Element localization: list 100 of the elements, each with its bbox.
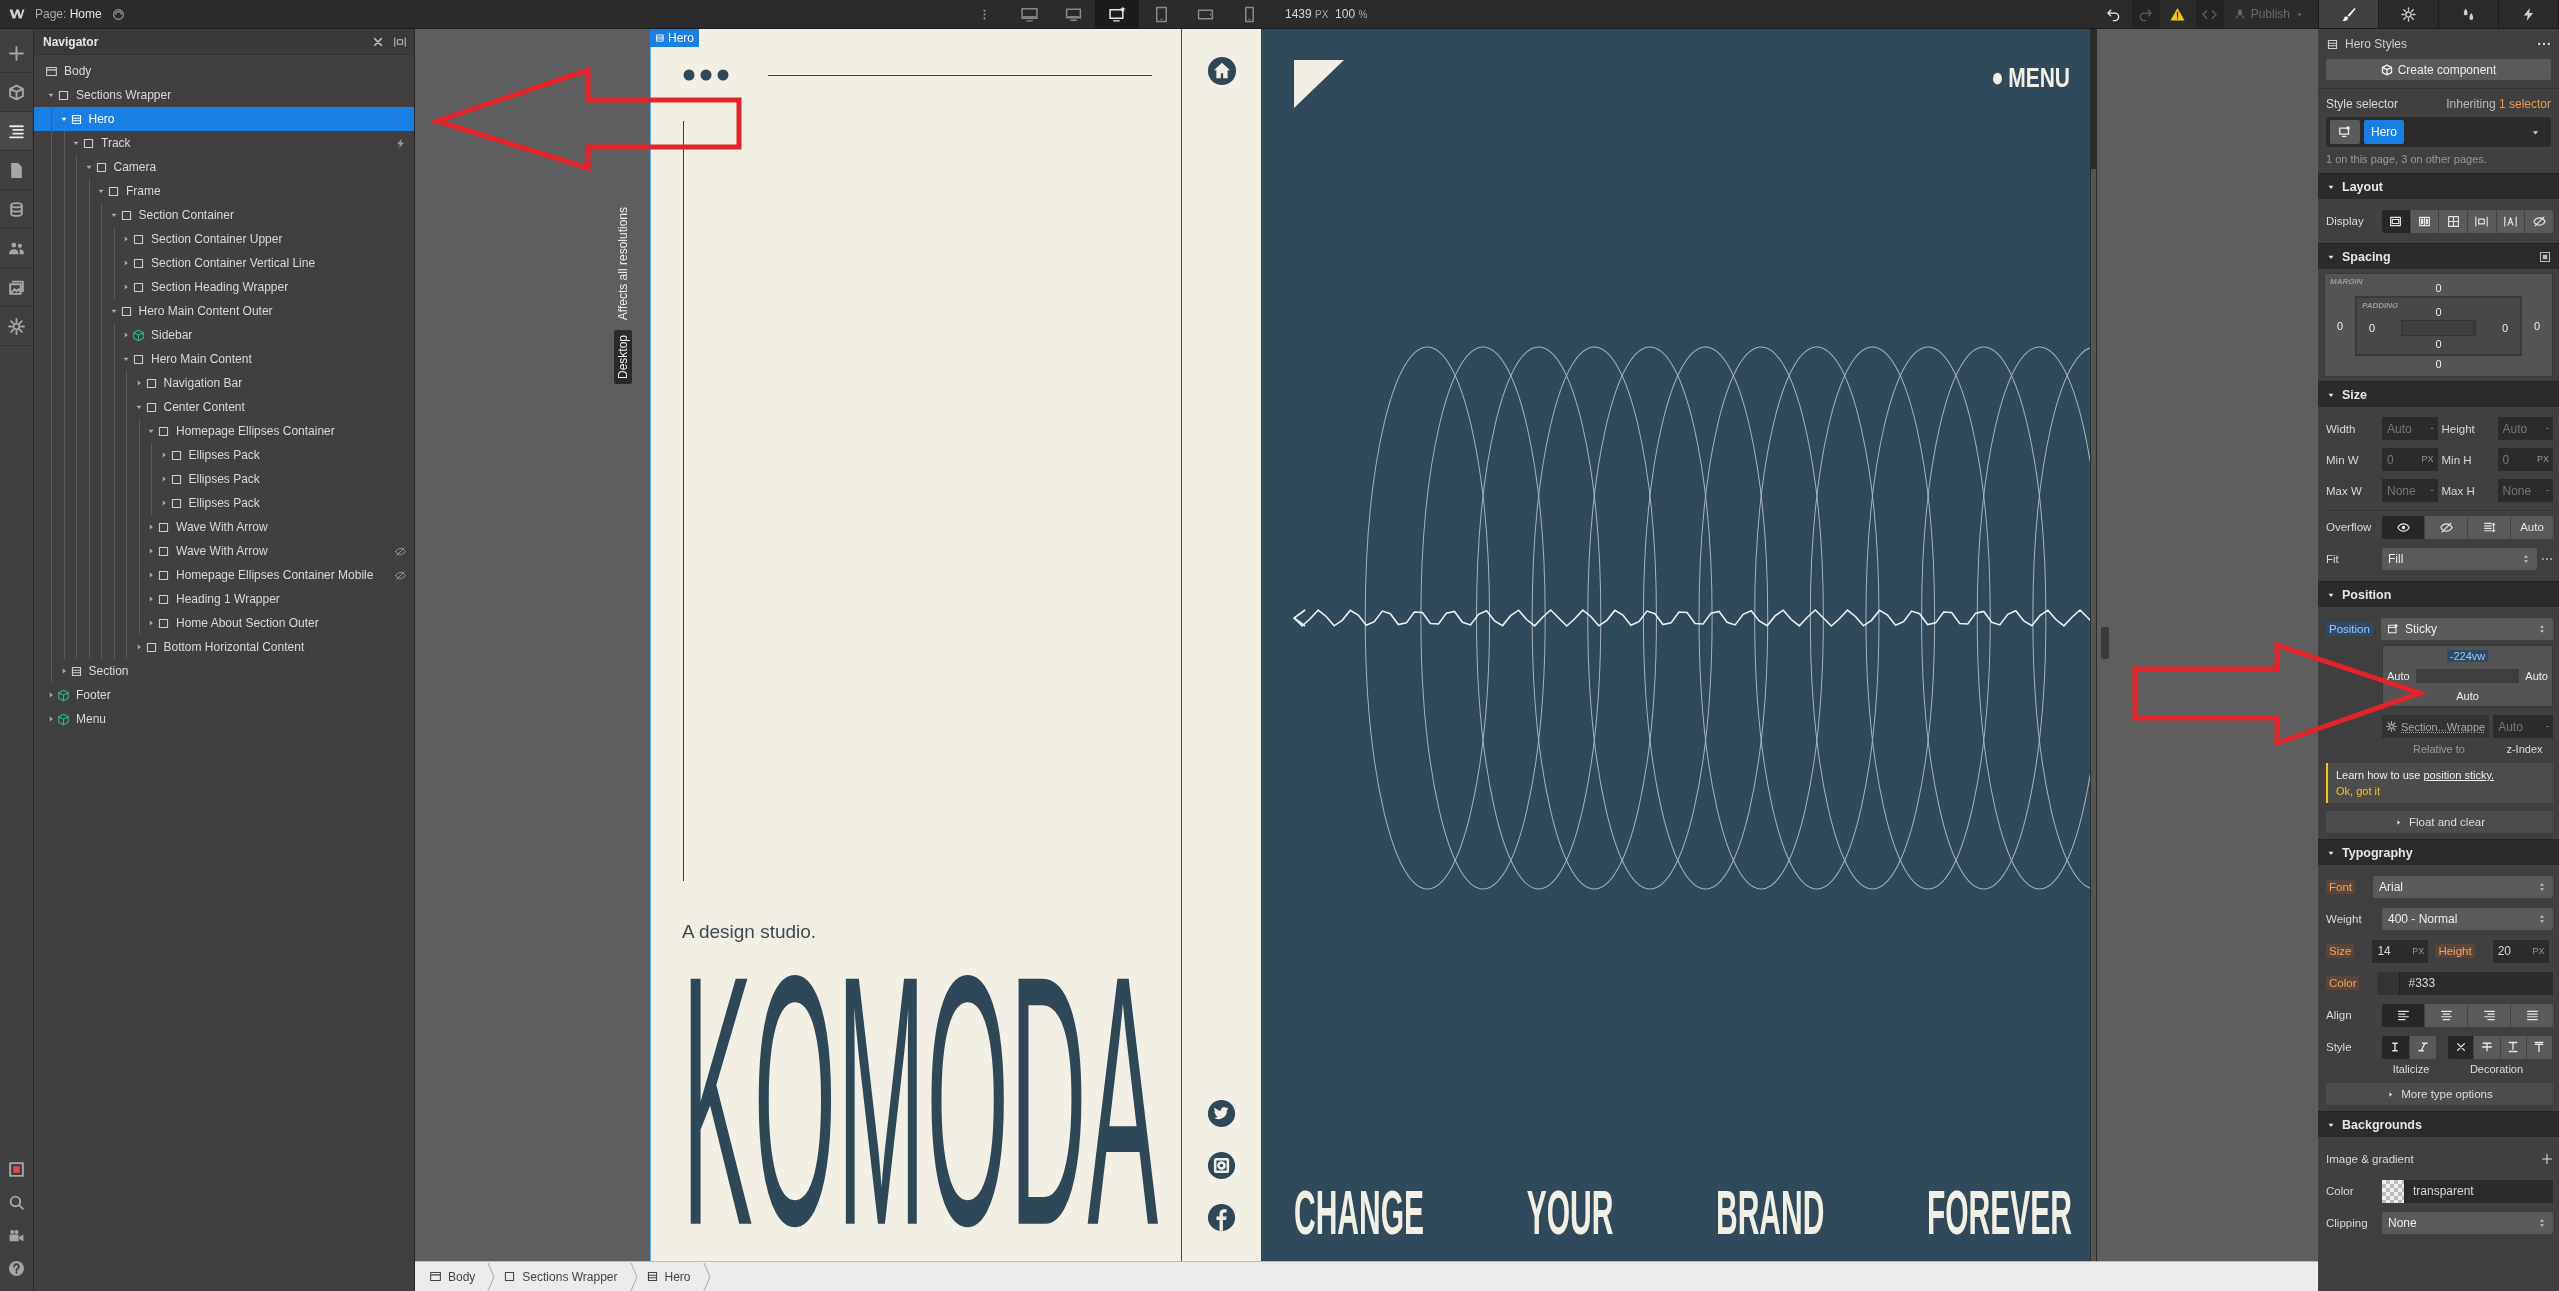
weight-dropdown[interactable]: 400 - Normal: [2382, 908, 2553, 930]
page-label[interactable]: Page: Home: [35, 7, 102, 21]
breadcrumb-item[interactable]: Body: [421, 1262, 496, 1291]
decoration-option[interactable]: [2448, 1035, 2474, 1059]
padding-value[interactable]: 0: [2498, 322, 2512, 334]
margin-value[interactable]: 0: [2431, 280, 2446, 296]
tree-item[interactable]: Ellipses Pack: [34, 491, 414, 515]
notice-link[interactable]: position sticky.: [2423, 769, 2495, 781]
font-dropdown[interactable]: Arial: [2373, 876, 2553, 898]
tree-item[interactable]: Menu: [34, 707, 414, 731]
add-icon[interactable]: [2541, 1153, 2553, 1165]
style-selector-field[interactable]: Hero: [2326, 117, 2551, 147]
section-header[interactable]: Position: [2318, 581, 2559, 607]
offset-value[interactable]: Auto: [2525, 670, 2548, 682]
home-icon[interactable]: [1206, 56, 1237, 86]
breakpoint-button[interactable]: [1095, 0, 1139, 28]
size-field[interactable]: Auto: [2497, 417, 2545, 440]
tree-item[interactable]: Homepage Ellipses Container Mobile: [34, 563, 414, 587]
color-swatch[interactable]: [2382, 1179, 2405, 1203]
color-field[interactable]: #333: [2400, 971, 2553, 995]
display-option[interactable]: [2382, 209, 2410, 233]
padding-value[interactable]: 0: [2365, 322, 2379, 334]
preview-icon[interactable]: [111, 7, 125, 21]
size-field[interactable]: Auto: [2382, 417, 2430, 440]
align-option[interactable]: [2382, 1003, 2424, 1027]
tree-item[interactable]: Wave With Arrow: [34, 539, 414, 563]
tree-item[interactable]: Section Container Upper: [34, 227, 414, 251]
section-header[interactable]: Spacing: [2318, 243, 2559, 269]
instagram-icon[interactable]: [1207, 1151, 1236, 1180]
margin-value[interactable]: 0: [2431, 356, 2446, 372]
tree-item[interactable]: Body: [34, 59, 414, 83]
more-type-options-toggle[interactable]: More type options: [2326, 1083, 2553, 1105]
create-component-button[interactable]: Create component: [2326, 59, 2551, 80]
section-header[interactable]: Size: [2318, 381, 2559, 407]
tree-item[interactable]: Bottom Horizontal Content: [34, 635, 414, 659]
tree-item[interactable]: Sections Wrapper: [34, 83, 414, 107]
tree-item[interactable]: Section Heading Wrapper: [34, 275, 414, 299]
panel-tab[interactable]: [2319, 0, 2379, 28]
chevron-icon: [702, 1262, 711, 1291]
overflow-option[interactable]: [2382, 515, 2424, 539]
tree-item[interactable]: Center Content: [34, 395, 414, 419]
margin-value[interactable]: 0: [2333, 320, 2347, 332]
line-height-field[interactable]: 20: [2492, 939, 2532, 963]
offset-value[interactable]: Auto: [2387, 670, 2410, 682]
field-label: Style: [2326, 1041, 2353, 1053]
class-chip[interactable]: Hero: [2364, 120, 2404, 144]
position-dropdown[interactable]: Sticky: [2380, 618, 2553, 640]
breadcrumb-item[interactable]: Hero: [637, 1262, 711, 1291]
fit-dropdown[interactable]: Fill: [2382, 548, 2537, 570]
offset-value[interactable]: -224vw: [2446, 650, 2489, 662]
size-field[interactable]: 0: [2497, 448, 2536, 471]
italic-option[interactable]: [2382, 1035, 2409, 1059]
field-label: Align: [2326, 1009, 2353, 1021]
tree-item[interactable]: Hero Main Content Outer: [34, 299, 414, 323]
tree-item[interactable]: Heading 1 Wrapper: [34, 587, 414, 611]
color-swatch[interactable]: [2377, 971, 2401, 995]
tree-item[interactable]: Hero: [34, 107, 414, 131]
size-field[interactable]: None: [2382, 479, 2430, 502]
dots-icon[interactable]: [682, 68, 730, 82]
section-header[interactable]: Typography: [2318, 839, 2559, 865]
tree-item[interactable]: Ellipses Pack: [34, 443, 414, 467]
padding-value[interactable]: 0: [2431, 336, 2446, 352]
tree-item[interactable]: Homepage Ellipses Container: [34, 419, 414, 443]
tree-item[interactable]: Section Container: [34, 203, 414, 227]
facebook-icon[interactable]: [1207, 1203, 1236, 1232]
tree-item[interactable]: Navigation Bar: [34, 371, 414, 395]
resize-handle[interactable]: [2101, 627, 2109, 659]
relative-to-field[interactable]: Section...Wrappe: [2382, 715, 2490, 738]
margin-value[interactable]: 0: [2530, 320, 2544, 332]
logo-triangle-icon[interactable]: [1294, 60, 1344, 108]
tree-item[interactable]: Ellipses Pack: [34, 467, 414, 491]
z-index-field[interactable]: Auto: [2493, 715, 2545, 738]
tree-item[interactable]: Footer: [34, 683, 414, 707]
tree-item[interactable]: Sidebar: [34, 323, 414, 347]
breadcrumb-item[interactable]: Sections Wrapper: [495, 1262, 638, 1291]
tree-item[interactable]: Frame: [34, 179, 414, 203]
dismiss-link[interactable]: Ok, got it: [2336, 785, 2545, 797]
tree-item[interactable]: Camera: [34, 155, 414, 179]
scrollbar[interactable]: [2090, 29, 2097, 1261]
tree-item[interactable]: Section: [34, 659, 414, 683]
offset-value[interactable]: Auto: [2456, 690, 2479, 702]
tree-item[interactable]: Track: [34, 131, 414, 155]
twitter-icon[interactable]: [1207, 1099, 1236, 1128]
size-field[interactable]: None: [2497, 479, 2545, 502]
tree-item[interactable]: Home About Section Outer: [34, 611, 414, 635]
size-field[interactable]: 0: [2382, 448, 2421, 471]
menu-link[interactable]: MENU: [1993, 62, 2070, 94]
section-header[interactable]: Layout: [2318, 173, 2559, 199]
tree-item[interactable]: Section Container Vertical Line: [34, 251, 414, 275]
clipping-dropdown[interactable]: None: [2382, 1212, 2553, 1234]
padding-value[interactable]: 0: [2431, 304, 2446, 320]
selector-state-button[interactable]: [2330, 120, 2360, 144]
section-header[interactable]: Backgrounds: [2318, 1111, 2559, 1137]
color-field[interactable]: transparent: [2405, 1179, 2553, 1203]
updown-icon: [2537, 882, 2547, 892]
tree-item[interactable]: Hero Main Content: [34, 347, 414, 371]
float-clear-toggle[interactable]: Float and clear: [2326, 811, 2553, 833]
dock-icon[interactable]: [394, 35, 406, 48]
font-size-field[interactable]: 14: [2372, 939, 2412, 963]
tree-item[interactable]: Wave With Arrow: [34, 515, 414, 539]
